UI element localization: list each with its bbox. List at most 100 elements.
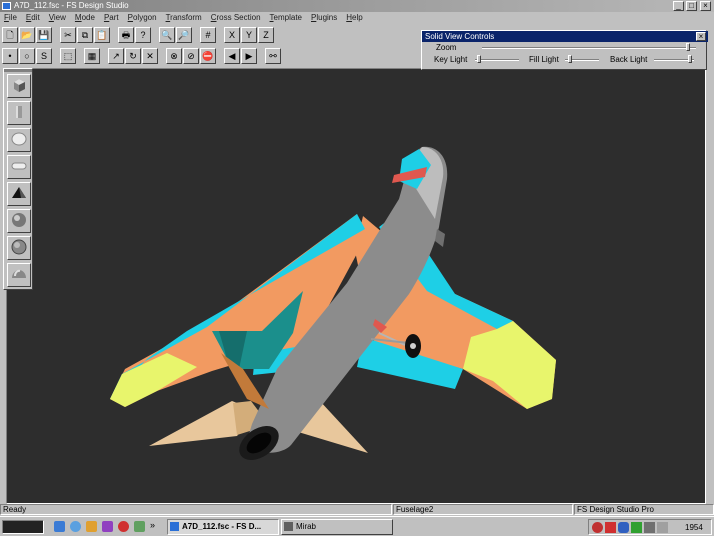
no-entry-button[interactable]: ⊘ [183, 48, 199, 64]
chart-app-icon[interactable] [134, 521, 145, 532]
axis-x-icon: X [228, 29, 235, 40]
zoom-in-button[interactable]: 🔍 [159, 27, 175, 43]
paste-button[interactable]: 📋 [94, 27, 110, 43]
tray-security-icon[interactable] [618, 522, 629, 533]
ie-icon[interactable] [54, 521, 65, 532]
tray-volume-icon[interactable] [657, 522, 668, 533]
palette-grip[interactable] [4, 69, 32, 72]
circle-mode-button[interactable]: ○ [19, 48, 35, 64]
arrow-right-icon: ▶ [245, 50, 253, 61]
globe-shape-button[interactable] [7, 236, 31, 260]
tray-alert-icon[interactable] [605, 522, 616, 533]
aircraft-model-render [110, 146, 556, 461]
window-title: A7D_112.fsc - FS Design Studio [14, 1, 129, 10]
menu-template[interactable]: Template [270, 12, 302, 24]
menu-transform[interactable]: Transform [166, 12, 202, 24]
toolbar-separator [159, 48, 165, 66]
toolbar-separator [111, 27, 117, 45]
select-box-button[interactable]: ⬚ [60, 48, 76, 64]
browser-icon[interactable] [70, 521, 81, 532]
media-icon[interactable] [118, 521, 129, 532]
explorer-icon[interactable] [86, 521, 97, 532]
window-title-bar[interactable]: A7D_112.fsc - FS Design Studio _ □ × [0, 0, 714, 12]
axis-y-button[interactable]: Y [241, 27, 257, 43]
delete-button[interactable]: ⊗ [166, 48, 182, 64]
sphere-shape-button[interactable] [7, 128, 31, 152]
point-mode-button[interactable]: • [2, 48, 18, 64]
menu-plugins[interactable]: Plugins [311, 12, 337, 24]
save-icon: 💾 [38, 29, 50, 40]
menu-cross-section[interactable]: Cross Section [211, 12, 261, 24]
toolbar-separator [217, 48, 223, 66]
solid-view-controls-panel: Solid View Controls × Zoom Key Light Fil… [421, 30, 708, 70]
tray-shield-icon[interactable] [592, 522, 603, 533]
start-button[interactable] [2, 520, 44, 534]
menu-polygon[interactable]: Polygon [128, 12, 157, 24]
cut-button[interactable]: ✂ [60, 27, 76, 43]
menu-mode[interactable]: Mode [75, 12, 95, 24]
zoom-in-icon: 🔍 [161, 29, 173, 40]
print-button[interactable]: 🖶 [118, 27, 134, 43]
axis-x-button[interactable]: X [224, 27, 240, 43]
scale-button[interactable]: ✕ [142, 48, 158, 64]
ball-shape-button[interactable] [7, 209, 31, 233]
back-light-label: Back Light [610, 55, 648, 64]
task-fs-design-studio[interactable]: A7D_112.fsc - FS D... [167, 519, 279, 535]
menu-part[interactable]: Part [104, 12, 119, 24]
copy-button[interactable]: ⧉ [77, 27, 93, 43]
render-mode-button[interactable]: ▦ [84, 48, 100, 64]
back-light-slider-thumb[interactable] [688, 55, 693, 63]
menu-view[interactable]: View [49, 12, 66, 24]
binoculars-button[interactable]: ⚯ [265, 48, 281, 64]
dome-shape-button[interactable] [7, 263, 31, 287]
zoom-slider-thumb[interactable] [685, 43, 690, 51]
quicklaunch-chevron[interactable]: » [150, 520, 155, 530]
menu-help[interactable]: Help [346, 12, 362, 24]
toolbar-separator [77, 48, 83, 66]
tray-check-icon[interactable] [631, 522, 642, 533]
task-mirab[interactable]: Mirab [281, 519, 393, 535]
save-button[interactable]: 💾 [36, 27, 52, 43]
menu-edit[interactable]: Edit [26, 12, 40, 24]
app-quick-icon[interactable] [102, 521, 113, 532]
no-entry-icon: ⊘ [187, 50, 195, 61]
arrow-left-button[interactable]: ◀ [224, 48, 240, 64]
new-file-button[interactable]: 🗋 [2, 27, 18, 43]
fill-light-slider-thumb[interactable] [568, 55, 572, 63]
maximize-button[interactable]: □ [686, 1, 697, 11]
capsule-shape-button[interactable] [7, 155, 31, 179]
app-icon[interactable] [2, 2, 11, 10]
move-button[interactable]: ↗ [108, 48, 124, 64]
cube-shape-button[interactable] [7, 74, 31, 98]
svc-title-bar[interactable]: Solid View Controls × [422, 31, 708, 42]
axis-z-button[interactable]: Z [258, 27, 274, 43]
help-button[interactable]: ? [135, 27, 151, 43]
open-folder-button[interactable]: 📂 [19, 27, 35, 43]
curve-mode-button[interactable]: S [36, 48, 52, 64]
arrow-left-icon: ◀ [228, 50, 236, 61]
arrow-right-button[interactable]: ▶ [241, 48, 257, 64]
svc-close-button[interactable]: × [696, 32, 706, 41]
cylinder-shape-icon [11, 104, 27, 122]
toolbar-separator [152, 27, 158, 45]
render-mode-icon: ▦ [87, 50, 97, 61]
delete-icon: ⊗ [170, 50, 178, 61]
tray-network-icon[interactable] [644, 522, 655, 533]
minimize-button[interactable]: _ [673, 1, 684, 11]
zoom-out-button[interactable]: 🔎 [176, 27, 192, 43]
menu-file[interactable]: File [4, 12, 17, 24]
rotate-button[interactable]: ↻ [125, 48, 141, 64]
close-button[interactable]: × [700, 1, 711, 11]
dome-shape-icon [11, 266, 27, 284]
key-light-slider-thumb[interactable] [477, 55, 481, 63]
stop-button[interactable]: ⛔ [200, 48, 216, 64]
zoom-slider-track[interactable] [482, 47, 696, 49]
binoculars-icon: ⚯ [269, 50, 277, 61]
grid-button[interactable]: # [200, 27, 216, 43]
solid-view-viewport[interactable] [6, 68, 706, 504]
cone-shape-button[interactable] [7, 182, 31, 206]
toolbar-separator [101, 48, 107, 66]
cylinder-shape-button[interactable] [7, 101, 31, 125]
key-light-slider-track[interactable] [475, 59, 519, 61]
toolbar-separator [53, 48, 59, 66]
